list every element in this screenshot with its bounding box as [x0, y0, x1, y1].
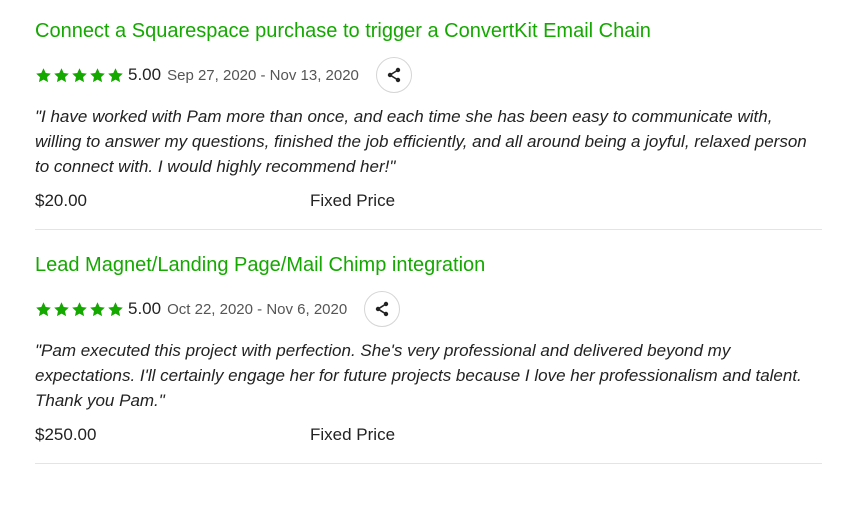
review-quote: "Pam executed this project with perfecti… — [35, 341, 802, 410]
share-button[interactable] — [364, 291, 401, 327]
share-icon — [387, 67, 401, 83]
date-range: Sep 27, 2020 - Nov 13, 2020 — [167, 66, 359, 84]
rating-value: 5.00 — [128, 65, 162, 84]
work-history-list: Connect a Squarespace purchase to trigge… — [0, 0, 822, 464]
price-row: $250.00 Fixed Price — [35, 424, 822, 446]
star-icon — [90, 67, 105, 82]
star-icon — [54, 67, 69, 82]
star-icon — [90, 301, 105, 316]
review-quote: "I have worked with Pam more than once, … — [35, 107, 807, 176]
rating-value: 5.00 — [128, 299, 162, 318]
star-icon — [36, 67, 51, 82]
review-meta: 5.00 Sep 27, 2020 - Nov 13, 2020 — [35, 56, 822, 94]
review-item: Lead Magnet/Landing Page/Mail Chimp inte… — [35, 230, 822, 464]
star-icon — [72, 301, 87, 316]
star-icon — [36, 301, 51, 316]
price-amount: $250.00 — [35, 425, 97, 444]
price-amount: $20.00 — [35, 191, 87, 210]
price-row: $20.00 Fixed Price — [35, 190, 822, 212]
share-icon — [376, 301, 389, 317]
price-type: Fixed Price — [310, 425, 396, 444]
review-meta: 5.00 Oct 22, 2020 - Nov 6, 2020 — [35, 290, 822, 328]
date-range: Oct 22, 2020 - Nov 6, 2020 — [167, 300, 348, 318]
star-rating — [35, 67, 124, 84]
star-icon — [54, 301, 69, 316]
share-button[interactable] — [375, 57, 412, 93]
review-title-link[interactable]: Connect a Squarespace purchase to trigge… — [35, 18, 651, 44]
star-icon — [108, 301, 123, 316]
divider — [35, 463, 822, 464]
review-item: Connect a Squarespace purchase to trigge… — [35, 0, 822, 230]
star-rating — [35, 301, 124, 318]
review-title-link[interactable]: Lead Magnet/Landing Page/Mail Chimp inte… — [35, 252, 485, 278]
star-icon — [108, 67, 123, 82]
star-icon — [72, 67, 87, 82]
price-type: Fixed Price — [310, 191, 396, 210]
